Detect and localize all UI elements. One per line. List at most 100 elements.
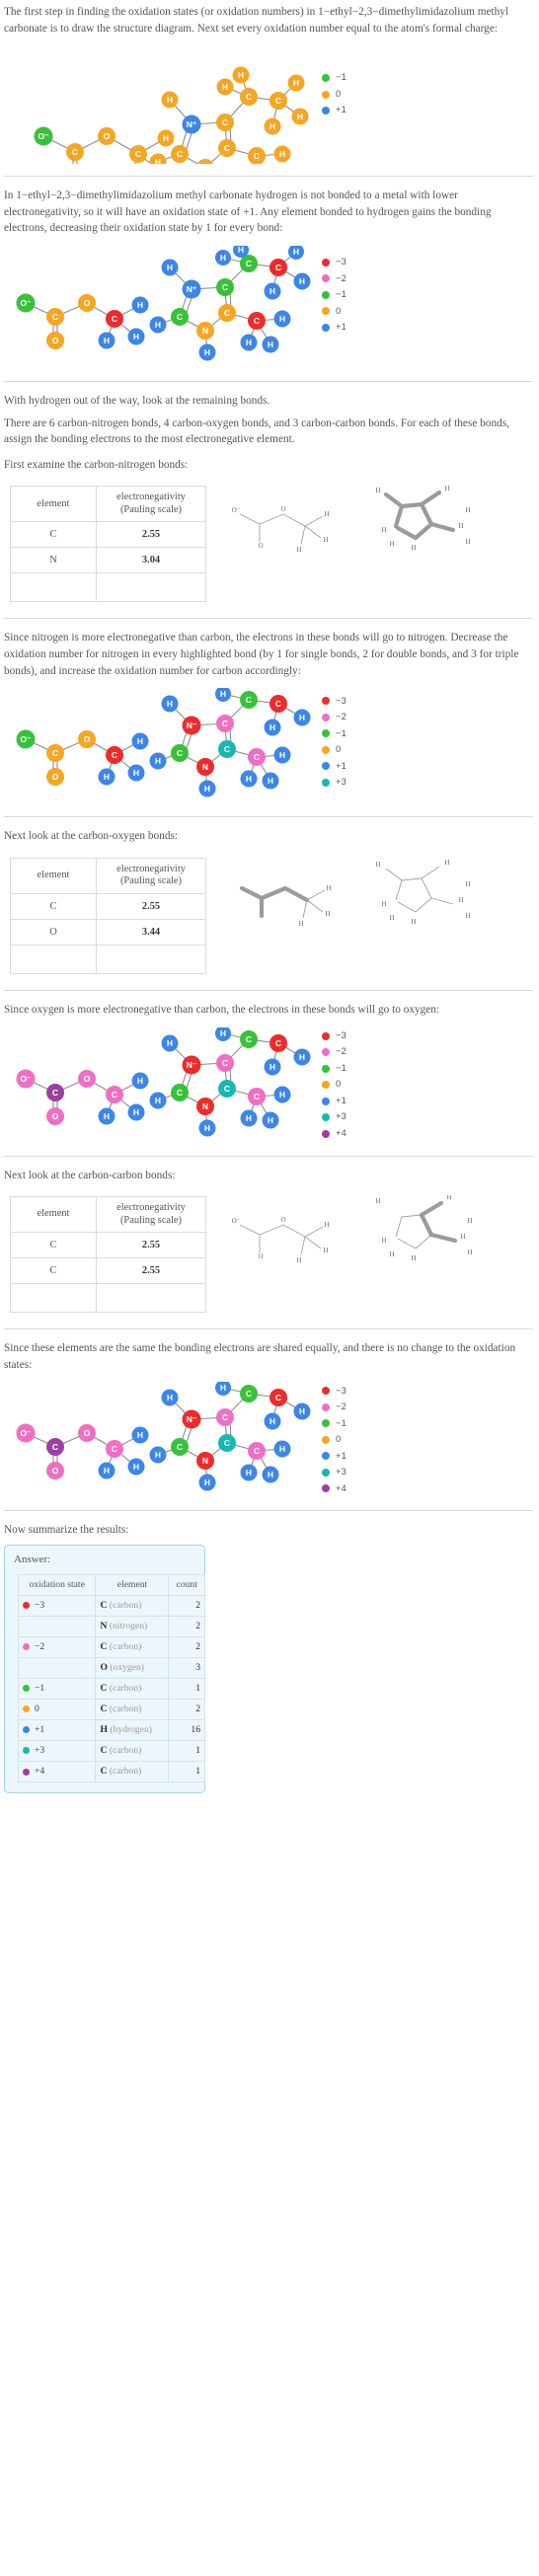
svg-text:C: C bbox=[246, 259, 252, 268]
legend-color-dot bbox=[322, 713, 330, 721]
table-row: C 2.55 bbox=[10, 892, 206, 920]
svg-text:H: H bbox=[297, 112, 303, 121]
svg-text:H: H bbox=[104, 1111, 110, 1121]
svg-text:C: C bbox=[112, 750, 117, 760]
svg-text:H: H bbox=[220, 1028, 226, 1038]
table-row-spacer bbox=[10, 944, 206, 974]
svg-text:O: O bbox=[52, 1111, 59, 1121]
svg-text:H: H bbox=[458, 522, 463, 530]
cell-oxidation-state: 0 bbox=[17, 1698, 97, 1720]
legend-entry: −2 bbox=[322, 711, 346, 724]
svg-text:H: H bbox=[293, 247, 299, 257]
legend-entry: −1 bbox=[322, 1416, 346, 1430]
svg-text:H: H bbox=[246, 1113, 252, 1123]
legend-label: −2 bbox=[336, 272, 346, 283]
legend-label: +3 bbox=[336, 1467, 346, 1477]
svg-text:H: H bbox=[323, 1247, 328, 1254]
svg-text:O: O bbox=[84, 1428, 91, 1438]
cell-value: 2.55 bbox=[96, 1257, 206, 1285]
svg-text:C: C bbox=[222, 1058, 228, 1068]
svg-text:H: H bbox=[296, 1256, 301, 1264]
divider bbox=[4, 380, 533, 382]
svg-text:O: O bbox=[84, 298, 91, 308]
legend-label: +3 bbox=[336, 1111, 346, 1122]
legend-color-dot bbox=[322, 1419, 330, 1428]
svg-text:H: H bbox=[137, 300, 143, 310]
header-electronegativity: electronegativity (Pauling scale) bbox=[96, 1196, 206, 1234]
svg-text:H: H bbox=[296, 546, 301, 554]
cell-empty bbox=[10, 944, 97, 974]
svg-text:C: C bbox=[254, 752, 260, 762]
svg-text:H: H bbox=[220, 253, 226, 263]
molecule-panel-4: O⁻ C O O C H H H N⁻ H C H N H C C C H C … bbox=[4, 1026, 531, 1144]
step-7-text: Next look at the carbon-carbon bonds: bbox=[4, 1169, 176, 1181]
svg-text:H: H bbox=[389, 914, 394, 922]
column-element: element bbox=[95, 1574, 170, 1596]
cell-oxidation-state: −3 bbox=[17, 1594, 97, 1617]
svg-text:C: C bbox=[246, 1034, 252, 1044]
divider bbox=[4, 1328, 533, 1330]
svg-text:H: H bbox=[411, 918, 416, 926]
svg-text:H: H bbox=[465, 506, 470, 514]
svg-text:H: H bbox=[167, 263, 173, 272]
svg-text:H: H bbox=[381, 900, 386, 908]
legend-label: −1 bbox=[336, 289, 346, 300]
table-row: N (nitrogen) 2 bbox=[17, 1615, 205, 1637]
legend-label: +4 bbox=[336, 1127, 346, 1138]
legend-2: −3 −2 −1 0 +1 bbox=[322, 256, 346, 338]
legend-label: −1 bbox=[336, 727, 346, 738]
electronegativity-table-cn: element electronegativity (Pauling scale… bbox=[10, 486, 206, 603]
svg-text:H: H bbox=[133, 1107, 139, 1117]
svg-text:N⁺: N⁺ bbox=[187, 284, 197, 294]
cell-value: 2.55 bbox=[96, 1232, 206, 1259]
svg-text:N: N bbox=[202, 326, 208, 336]
svg-text:C: C bbox=[254, 151, 260, 161]
legend-label: +1 bbox=[336, 322, 346, 333]
oxidation-value: 0 bbox=[35, 1703, 39, 1714]
svg-text:H: H bbox=[381, 526, 386, 534]
divider bbox=[4, 1510, 533, 1512]
svg-text:H: H bbox=[270, 121, 275, 131]
cell-oxidation-state: −1 bbox=[17, 1677, 97, 1700]
legend-entry: −2 bbox=[322, 1401, 346, 1414]
element-name: (nitrogen) bbox=[107, 1620, 148, 1631]
cell-count: 3 bbox=[168, 1656, 205, 1679]
legend-entry: −2 bbox=[322, 271, 346, 285]
cell-element: C (carbon) bbox=[95, 1677, 170, 1700]
cell-count: 1 bbox=[168, 1761, 205, 1783]
svg-text:C: C bbox=[275, 1393, 281, 1402]
svg-text:H: H bbox=[133, 332, 139, 341]
step-3c-text: First examine the carbon-nitrogen bonds: bbox=[4, 458, 189, 471]
legend-color-dot bbox=[322, 697, 330, 706]
svg-text:O: O bbox=[52, 336, 59, 345]
legend-color-dot bbox=[322, 74, 330, 83]
cell-oxidation-state: −2 bbox=[17, 1635, 97, 1658]
oxidation-color-dot bbox=[23, 1643, 30, 1651]
legend-color-dot bbox=[322, 1097, 330, 1105]
legend-color-dot bbox=[322, 1402, 330, 1411]
svg-text:O: O bbox=[84, 734, 91, 744]
cell-count: 2 bbox=[168, 1594, 205, 1617]
svg-text:H: H bbox=[411, 1254, 416, 1262]
svg-text:O⁻: O⁻ bbox=[20, 298, 32, 308]
oxidation-color-dot bbox=[23, 1726, 30, 1734]
column-oxidation-state: oxidation state bbox=[17, 1574, 97, 1596]
svg-text:O⁻: O⁻ bbox=[20, 734, 32, 744]
svg-text:H: H bbox=[104, 1466, 110, 1476]
svg-text:C: C bbox=[52, 312, 58, 322]
cell-count: 1 bbox=[168, 1677, 205, 1700]
cell-element: C (carbon) bbox=[95, 1635, 170, 1658]
svg-text:H: H bbox=[279, 1444, 285, 1454]
cell-element: C bbox=[10, 1257, 97, 1285]
legend-entry: −1 bbox=[322, 288, 346, 302]
svg-text:O: O bbox=[258, 1252, 263, 1260]
svg-text:C: C bbox=[246, 695, 252, 705]
cell-element: C (carbon) bbox=[95, 1761, 170, 1783]
svg-text:O: O bbox=[84, 1074, 91, 1084]
svg-text:H: H bbox=[167, 95, 173, 105]
molecule-panel-5: O⁻ C O O C H H H N⁻ H C H N H C C C H C … bbox=[4, 1382, 531, 1498]
svg-text:O⁻: O⁻ bbox=[20, 1074, 32, 1084]
divider bbox=[4, 1155, 533, 1157]
svg-text:C: C bbox=[52, 1442, 58, 1452]
cell-empty bbox=[96, 1283, 206, 1314]
